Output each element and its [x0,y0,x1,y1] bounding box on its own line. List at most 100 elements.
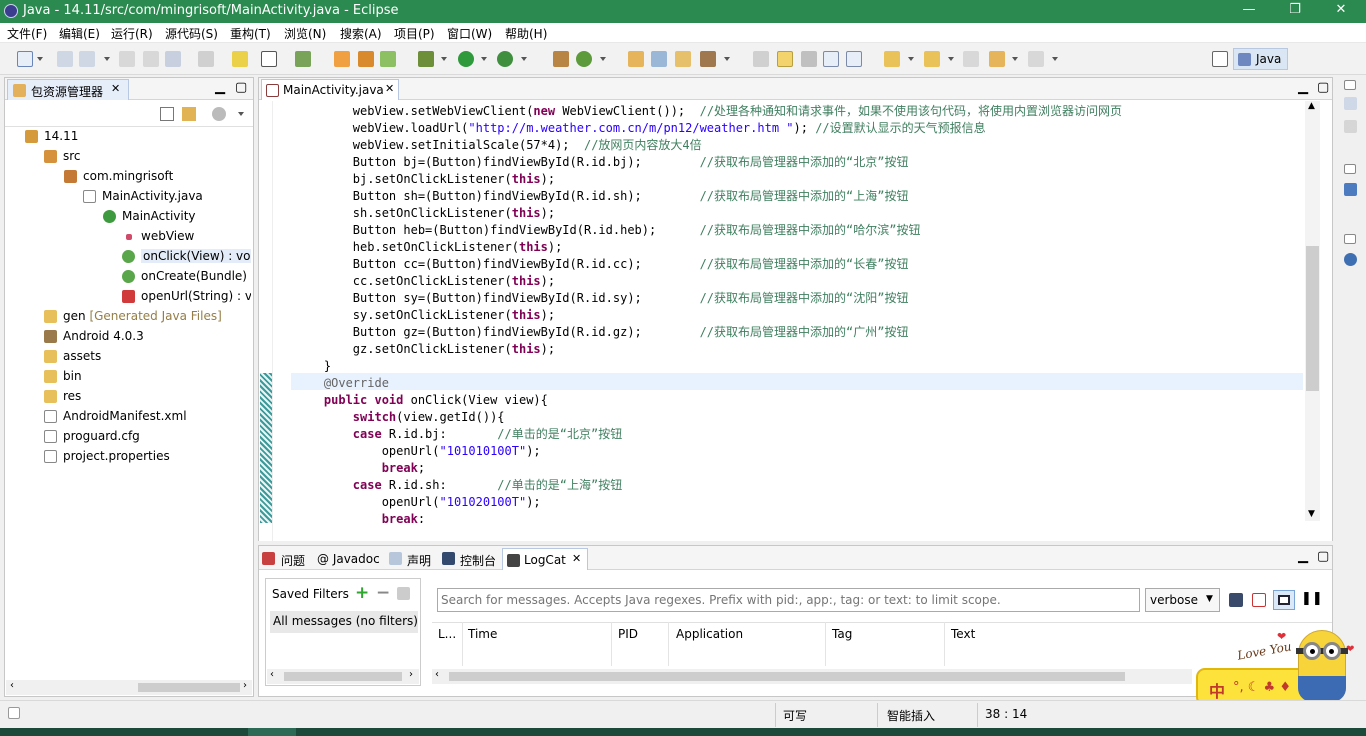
ime-mode-label[interactable]: 中 [1209,678,1225,702]
col-tag[interactable]: Tag [832,627,852,641]
tree-item[interactable]: gen [Generated Java Files] [63,309,222,323]
tree-item[interactable]: bin [63,369,82,383]
paragraph-icon[interactable] [846,51,862,67]
edit-filter-icon[interactable] [397,587,410,600]
forward-icon[interactable] [1028,51,1044,67]
open-perspective-icon[interactable] [1212,51,1228,67]
col-level[interactable]: L... [438,627,456,641]
minimize-icon[interactable]: — [1234,2,1264,17]
logcat-horizontal-scrollbar[interactable]: ‹ [432,669,1192,684]
toggle-mark-icon[interactable] [753,51,769,67]
debug-icon[interactable] [418,51,434,67]
menu-help[interactable]: 帮助(H) [505,25,547,42]
open-task-icon[interactable] [651,51,667,67]
tab-logcat[interactable]: LogCat ✕ [502,548,588,570]
close-editor-tab-icon[interactable]: ✕ [385,82,394,95]
logcat-search-input[interactable] [437,588,1140,612]
new-android-project-icon[interactable] [295,51,311,67]
open-resource-icon[interactable] [675,51,691,67]
next-annotation-dropdown-icon[interactable] [908,57,914,61]
tab-main-activity[interactable]: MainActivity.java ✕ [261,79,399,100]
run-icon[interactable] [458,51,474,67]
pause-icon[interactable]: ❚❚ [1301,591,1323,606]
back-dropdown-icon[interactable] [1012,57,1018,61]
tree-item[interactable]: assets [63,349,101,363]
tree-item[interactable]: webView [141,229,194,243]
tree-item[interactable]: onCreate(Bundle) [141,269,247,283]
open-type-icon[interactable] [628,51,644,67]
tree-item[interactable]: proguard.cfg [63,429,140,443]
prev-annotation-icon[interactable] [924,51,940,67]
prev-annotation-dropdown-icon[interactable] [948,57,954,61]
tree-item[interactable]: openUrl(String) : v [141,289,251,303]
block-selection-icon[interactable] [823,51,839,67]
restore-view-3-icon[interactable] [1344,234,1356,244]
new-dropdown-icon[interactable] [37,57,43,61]
new-java-project-icon[interactable] [334,51,350,67]
highlight-icon[interactable] [777,51,793,67]
console-icon[interactable] [198,51,214,67]
copy-icon[interactable] [143,51,159,67]
refresh-icon[interactable] [576,51,592,67]
view-menu-dropdown-icon[interactable] [238,112,244,116]
close-tab-icon[interactable]: ✕ [111,82,120,95]
clear-log-icon[interactable] [1252,593,1266,607]
bottom-minimize-icon[interactable]: ▁ [1298,549,1308,564]
bottom-maximize-icon[interactable]: ▢ [1317,549,1329,564]
menu-refactor[interactable]: 重构(T) [230,25,271,42]
checkbox-icon[interactable] [261,51,277,67]
cut-icon[interactable] [119,51,135,67]
view-menu-icon[interactable] [212,107,226,121]
java-perspective-button[interactable]: Java [1233,48,1288,70]
col-pid[interactable]: PID [618,627,638,641]
menu-run[interactable]: 运行(R) [111,25,153,42]
last-edit-icon[interactable] [963,51,979,67]
menu-file[interactable]: 文件(F) [7,25,47,42]
tab-javadoc[interactable]: @ Javadoc [317,552,380,566]
tree-item[interactable]: Android 4.0.3 [63,329,144,343]
menu-window[interactable]: 窗口(W) [447,25,492,42]
android-sdk-icon[interactable] [232,51,248,67]
forward-dropdown-icon[interactable] [1052,57,1058,61]
filter-all-messages[interactable]: All messages (no filters) [270,611,418,633]
new-class-icon[interactable] [380,51,396,67]
help-icon[interactable] [1344,253,1357,266]
back-icon[interactable] [989,51,1005,67]
task-list-icon[interactable] [1344,120,1357,133]
restore-view-2-icon[interactable] [1344,164,1356,174]
search-tool-icon[interactable] [700,51,716,67]
filters-scrollbar[interactable]: ‹ › [267,669,419,684]
add-filter-icon[interactable]: + [355,583,369,603]
tree-item[interactable]: src [63,149,81,163]
editor-vertical-scrollbar[interactable]: ▲ ▼ [1305,101,1320,521]
restore-view-icon[interactable] [1344,80,1356,90]
search-dropdown-icon[interactable] [724,57,730,61]
refresh-dropdown-icon[interactable] [600,57,606,61]
tree-item[interactable]: MainActivity.java [102,189,203,203]
new-icon[interactable] [17,51,33,67]
menu-search[interactable]: 搜索(A) [340,25,382,42]
maximize-view-icon[interactable]: ▢ [235,80,247,95]
col-application[interactable]: Application [676,627,743,641]
tree-horizontal-scrollbar[interactable]: ‹ › [6,680,252,695]
restore-icon[interactable]: ❐ [1280,2,1310,17]
save-all-icon[interactable] [79,51,95,67]
editor-maximize-icon[interactable]: ▢ [1317,80,1329,95]
outline-icon[interactable] [1344,97,1357,110]
tree-item[interactable]: onClick(View) : voi [141,249,251,263]
menu-navigate[interactable]: 浏览(N) [284,25,326,42]
minimize-view-icon[interactable]: ▁ [215,80,225,95]
log-level-select[interactable]: verbose ▼ [1145,588,1220,612]
save-dropdown-icon[interactable] [104,57,110,61]
run-dropdown-icon[interactable] [481,57,487,61]
next-annotation-icon[interactable] [884,51,900,67]
show-whitespace-icon[interactable] [801,51,817,67]
print-icon[interactable] [165,51,181,67]
tab-declaration[interactable]: 声明 [407,552,431,569]
tree-item[interactable]: project.properties [63,449,170,463]
code-area[interactable]: webView.setWebViewClient(new WebViewClie… [259,101,1305,523]
col-text[interactable]: Text [951,627,975,641]
tab-problems[interactable]: 问题 [281,552,305,569]
toggle-filters-button[interactable] [1273,590,1295,610]
save-log-icon[interactable] [1229,593,1243,607]
